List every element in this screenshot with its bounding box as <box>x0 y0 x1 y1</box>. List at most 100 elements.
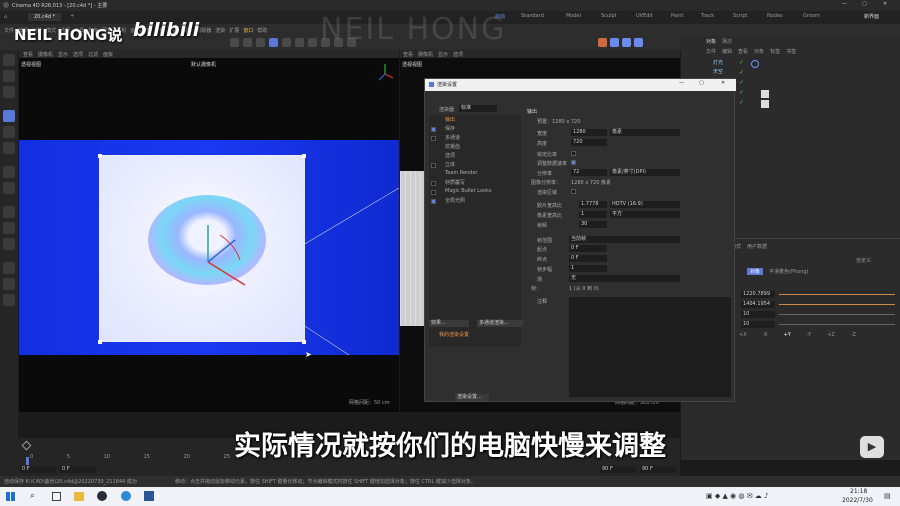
viewport-menu-item[interactable]: 查看 <box>403 51 413 58</box>
maximize-icon[interactable]: ▢ <box>862 1 867 7</box>
object-menu-item[interactable]: 对象 <box>754 48 764 55</box>
tool-icon[interactable] <box>3 278 15 290</box>
checkbox[interactable] <box>431 199 436 204</box>
home-icon[interactable]: ⌂ <box>4 14 7 20</box>
attr-object-tab[interactable]: 对象 <box>747 268 764 275</box>
viewport-menu-item[interactable]: 选项 <box>73 51 83 58</box>
settings-item[interactable]: 全局光照 <box>445 197 465 204</box>
pixel-ratio-select[interactable]: 平方 <box>610 211 680 218</box>
object-sky[interactable]: 天空 <box>713 68 723 75</box>
viewport-menu-item[interactable]: 面板 <box>103 51 113 58</box>
tag-icon[interactable] <box>751 60 759 68</box>
my-render-settings[interactable]: 我的渲染设置 <box>439 331 469 338</box>
tool-icon[interactable] <box>3 166 15 178</box>
move-gizmo[interactable] <box>190 215 260 290</box>
axis-button[interactable]: -Z <box>851 332 856 338</box>
resolution-input[interactable]: 72 <box>571 169 607 176</box>
object-menu-item[interactable]: 查看 <box>738 48 748 55</box>
attr-value[interactable]: 1404.1954 <box>741 301 775 308</box>
layout-tab[interactable]: Paint <box>671 13 701 20</box>
viewport-menu-item[interactable]: 选项 <box>453 51 463 58</box>
tool-icon[interactable] <box>256 38 265 47</box>
tool-icon[interactable] <box>3 238 15 250</box>
lock-ratio-checkbox[interactable] <box>571 151 576 156</box>
width-unit-select[interactable]: 像素 <box>610 129 680 136</box>
end-input[interactable]: 0 F <box>569 255 607 262</box>
tool-icon[interactable] <box>3 86 15 98</box>
axis-button[interactable]: -Y <box>807 332 811 338</box>
attr-slider[interactable] <box>779 324 895 325</box>
resolution-unit-select[interactable]: 像素/英寸(DPI) <box>610 169 680 176</box>
viewport-menu-item[interactable]: 过滤 <box>88 51 98 58</box>
tool-icon[interactable] <box>243 38 252 47</box>
menu-item[interactable]: 渲染 <box>215 27 225 34</box>
selection-handle[interactable] <box>98 340 102 344</box>
object-menu-item[interactable]: 文件 <box>706 48 716 55</box>
end-frame-field[interactable]: 90 F <box>600 466 636 473</box>
region-checkbox[interactable] <box>571 189 576 194</box>
layout-tab[interactable]: Groom <box>803 13 833 20</box>
attr-value[interactable]: 10 <box>741 311 775 318</box>
settings-item-output[interactable]: 输出 <box>445 116 455 123</box>
material-tag-icon[interactable] <box>761 100 769 108</box>
preset-label[interactable]: 预置：1280 x 720 <box>537 118 580 125</box>
tab-document[interactable]: 20.c4d * <box>28 13 62 21</box>
layout-tab[interactable]: Sculpt <box>601 13 636 20</box>
cinema4d-icon[interactable] <box>97 491 107 501</box>
tool-icon[interactable] <box>3 182 15 194</box>
picture-viewer-icon[interactable] <box>634 38 643 47</box>
check-icon[interactable]: ✓ <box>739 89 747 97</box>
check-icon[interactable]: ✓ <box>739 79 747 87</box>
render-view-icon[interactable] <box>598 38 607 47</box>
viewport-menu-item[interactable]: 显示 <box>58 51 68 58</box>
film-ratio-input[interactable]: 1.7778 <box>579 201 607 208</box>
render-icon[interactable] <box>610 38 619 47</box>
settings-item[interactable]: Magic Bullet Looks <box>445 188 492 194</box>
layout-tab[interactable]: Standard <box>521 13 566 20</box>
attr-slider[interactable] <box>779 304 895 305</box>
film-ratio-select[interactable]: HDTV (16:9) <box>610 201 680 208</box>
checkbox[interactable] <box>431 190 436 195</box>
tool-icon[interactable] <box>295 38 304 47</box>
tool-icon[interactable] <box>3 70 15 82</box>
axis-button[interactable]: +Z <box>827 332 835 338</box>
selection-handle[interactable] <box>302 340 306 344</box>
renderer-select[interactable]: 标准 <box>459 105 497 112</box>
field-select[interactable]: 无 <box>569 275 680 282</box>
tool-icon[interactable] <box>282 38 291 47</box>
word-icon[interactable] <box>144 491 154 501</box>
menu-item[interactable]: 窗口 <box>243 27 253 34</box>
current-frame-field[interactable]: 0 F <box>60 466 96 473</box>
tool-icon[interactable] <box>3 222 15 234</box>
task-view-icon[interactable] <box>52 492 61 501</box>
settings-item[interactable]: 保存 <box>445 125 455 132</box>
move-tool-icon[interactable] <box>3 110 15 122</box>
tab-objects[interactable]: 对象 <box>706 38 716 45</box>
attr-slider[interactable] <box>779 314 895 315</box>
checkbox[interactable] <box>431 163 436 168</box>
adapt-rate-checkbox[interactable] <box>571 160 576 165</box>
axis-button[interactable]: +Y <box>784 332 791 338</box>
viewport-menu-item[interactable]: 显示 <box>438 51 448 58</box>
tool-icon[interactable] <box>269 38 278 47</box>
object-menu-item[interactable]: 编辑 <box>722 48 732 55</box>
attr-slider[interactable] <box>779 294 895 295</box>
check-icon[interactable]: ✓ <box>739 69 747 77</box>
frame-range-select[interactable]: 当前帧 <box>569 236 680 243</box>
object-menu-item[interactable]: 标签 <box>770 48 780 55</box>
axis-button[interactable]: -X <box>763 332 768 338</box>
menu-item[interactable]: 扩展 <box>229 27 239 34</box>
start-icon[interactable] <box>6 492 15 501</box>
height-input[interactable]: 720 <box>571 139 607 146</box>
selection-handle[interactable] <box>98 154 102 158</box>
checkbox[interactable] <box>431 181 436 186</box>
layout-tab[interactable]: UVEdit <box>636 13 671 20</box>
layout-tab[interactable]: Track <box>701 13 733 20</box>
step-input[interactable]: 1 <box>569 265 607 272</box>
edge-icon[interactable] <box>121 491 131 501</box>
layout-tab[interactable]: Nodes <box>767 13 803 20</box>
checkbox[interactable] <box>431 127 436 132</box>
object-light[interactable]: 灯光 <box>713 59 723 66</box>
preview-end-field[interactable]: 90 F <box>640 466 676 473</box>
attr-value[interactable]: 1220.7899 <box>741 291 775 298</box>
